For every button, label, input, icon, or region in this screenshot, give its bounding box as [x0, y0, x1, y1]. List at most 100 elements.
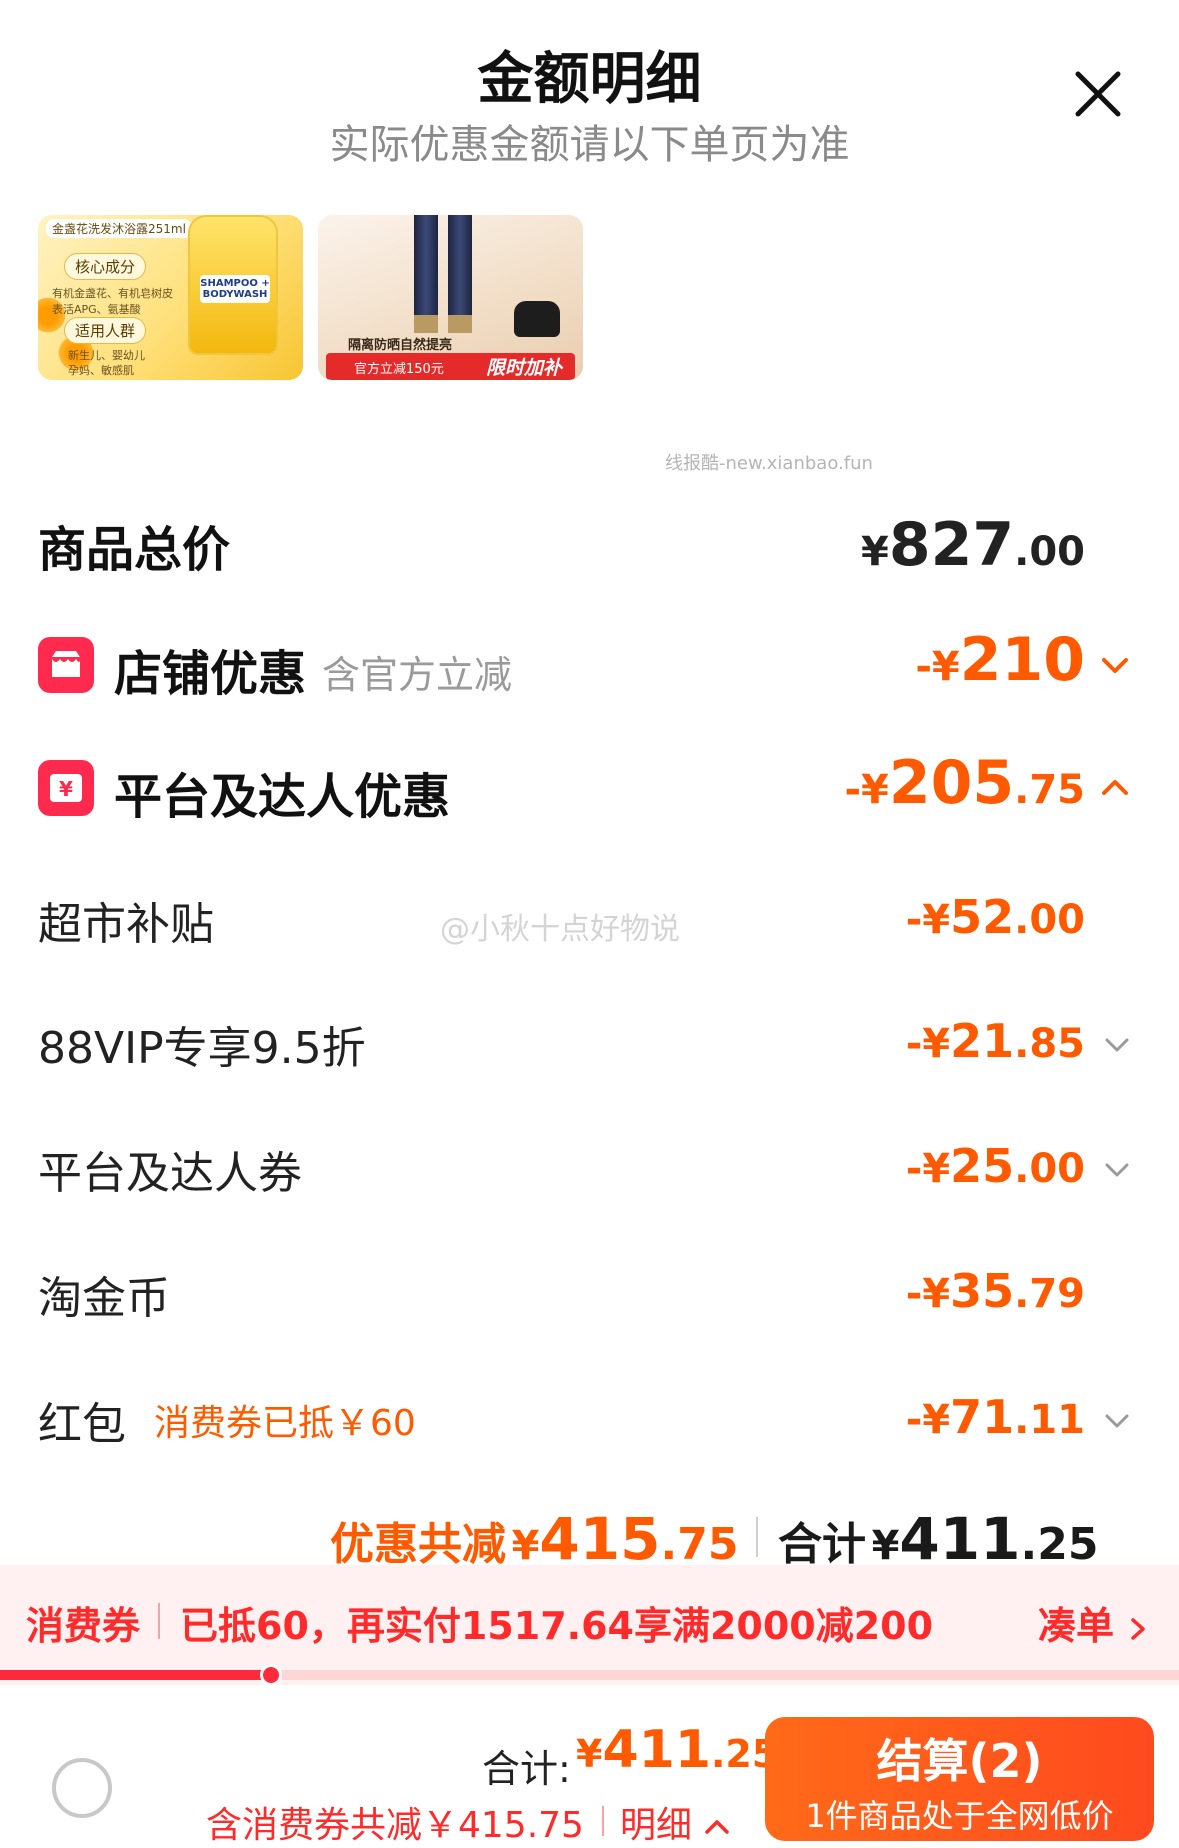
thumbnail-line: 有机金盏花、有机皂树皮	[52, 287, 173, 300]
amount-integer: 25	[950, 1139, 1015, 1193]
total-price-label: 商品总价	[38, 522, 231, 578]
amount-prefix: -¥	[905, 1397, 951, 1443]
amount-integer: 21	[950, 1014, 1015, 1068]
add-items-link[interactable]: 凑单	[1038, 1595, 1149, 1650]
breakdown-amount: -¥35.79	[906, 1264, 1085, 1318]
amount-decimal: .00	[1014, 1146, 1085, 1192]
breakdown-amount[interactable]: -¥21.85	[906, 1014, 1085, 1068]
tube-cap	[448, 315, 472, 333]
thumbnail-banner: 官方立减150元 限时加补	[326, 353, 575, 380]
product-thumbnail-2[interactable]: 隔离防晒自然提亮 官方立减150元 限时加补	[318, 215, 583, 380]
product-thumbnail-1[interactable]: 金盏花洗发沐浴露251ml 核心成分 有机金盏花、有机皂树皮 表活APG、氨基酸…	[38, 215, 303, 380]
store-discount-note: 含官方立减	[322, 653, 513, 697]
amount-integer: 827	[888, 510, 1015, 580]
platform-discount-amount[interactable]: -¥205.75	[844, 748, 1085, 818]
thumbnail-line: 孕妈、敏感肌	[68, 364, 134, 377]
amount-integer: 35	[950, 1264, 1015, 1318]
chevron-down-icon[interactable]	[1100, 650, 1130, 680]
checkout-footer: 合计: ¥411.25 含消费券共减￥415.75 明细 结算(2) 1件商品处…	[0, 1690, 1179, 1848]
store-icon	[38, 637, 94, 693]
amount-prefix: -¥	[915, 644, 960, 690]
amount-decimal: .75	[660, 1519, 739, 1570]
discount-summary: 优惠共减 ¥415.75 合计 ¥411.25	[0, 1505, 1179, 1573]
amount-decimal: .11	[1014, 1397, 1085, 1443]
chevron-up-icon[interactable]	[1100, 772, 1130, 802]
thumbnail-pill: 核心成分	[64, 253, 147, 280]
summary-total: 合计 ¥411.25	[778, 1505, 1098, 1573]
chevron-down-icon[interactable]	[1102, 1155, 1132, 1185]
breakdown-amount[interactable]: -¥71.11	[906, 1390, 1085, 1444]
platform-coupon-icon: ¥	[38, 760, 94, 816]
breakdown-label: 红包	[38, 1399, 126, 1450]
svg-text:¥: ¥	[59, 777, 73, 801]
thumbnail-line: 新生儿、婴幼儿	[68, 349, 145, 362]
summary-total-label: 合计	[778, 1519, 866, 1570]
breakdown-amount: -¥52.00	[906, 890, 1085, 944]
amount-prefix: -¥	[905, 1271, 951, 1317]
chevron-right-icon	[1131, 1617, 1145, 1640]
coupon-bar: 消费券 已抵60，再实付1517.64享满2000减200 凑单	[0, 1565, 1179, 1685]
currency-symbol: ¥	[576, 1732, 603, 1776]
tmall-cat-icon	[514, 301, 560, 337]
coupon-progress-text: 已抵60，再实付1517.64享满2000减200	[180, 1604, 934, 1648]
breakdown-label: 超市补贴	[38, 899, 214, 950]
detail-toggle[interactable]: 明细	[620, 1796, 731, 1848]
page-subtitle: 实际优惠金额请以下单页为准	[329, 122, 850, 168]
amount-prefix: -¥	[905, 897, 951, 943]
thumbnail-line: 表活APG、氨基酸	[52, 303, 141, 316]
chevron-down-icon[interactable]	[1102, 1030, 1132, 1060]
close-button[interactable]	[1068, 64, 1128, 124]
header: 金额明细 实际优惠金额请以下单页为准	[0, 0, 1179, 200]
checkout-label: 结算(2)	[876, 1734, 1043, 1788]
total-discount: 优惠共减 ¥415.75	[330, 1505, 738, 1573]
amount-decimal: .00	[1014, 897, 1085, 943]
store-discount-label: 店铺优惠	[114, 646, 307, 702]
weibo-watermark: @小秋十点好物说	[440, 912, 680, 947]
thumbnail-pill: 适用人群	[64, 317, 147, 344]
total-price-amount: ¥827.00	[861, 510, 1085, 580]
amount-integer: 411	[602, 1720, 711, 1780]
checkout-button[interactable]: 结算(2) 1件商品处于全网低价	[765, 1717, 1154, 1841]
amount-integer: 415	[539, 1505, 661, 1573]
footer-discount-note: 含消费券共减￥415.75	[206, 1805, 584, 1846]
currency-symbol: ¥	[871, 1523, 900, 1569]
add-items-label: 凑单	[1038, 1604, 1115, 1648]
amount-prefix: -¥	[905, 1146, 951, 1192]
breakdown-amount[interactable]: -¥25.00	[906, 1139, 1085, 1193]
amount-decimal: .25	[1020, 1519, 1099, 1570]
amount-decimal: .00	[1014, 529, 1085, 575]
thumbnail-caption: 隔离防晒自然提亮	[348, 338, 453, 353]
footer-total-label: 合计:	[482, 1747, 571, 1791]
amount-decimal: .79	[1014, 1271, 1085, 1317]
banner-right-text: 限时加补	[486, 357, 563, 379]
page-title: 金额明细	[477, 47, 702, 112]
platform-discount-label: 平台及达人优惠	[114, 769, 451, 825]
progress-fill	[0, 1670, 272, 1680]
amount-integer: 205	[888, 748, 1015, 818]
detail-label: 明细	[620, 1805, 693, 1846]
breakdown-label: 淘金币	[38, 1273, 170, 1324]
footer-total-amount: ¥411.25	[576, 1720, 778, 1780]
amount-integer: 411	[899, 1505, 1021, 1573]
breakdown-label: 平台及达人券	[38, 1148, 302, 1199]
site-watermark: 线报酷-new.xianbao.fun	[665, 453, 873, 474]
currency-symbol: ¥	[511, 1523, 540, 1569]
currency-symbol: ¥	[861, 529, 889, 575]
amount-decimal: .85	[1014, 1021, 1085, 1067]
checkout-subtitle: 1件商品处于全网低价	[805, 1797, 1114, 1835]
select-all-checkbox[interactable]	[52, 1758, 112, 1818]
close-icon	[1075, 71, 1121, 117]
footer-divider	[602, 1806, 604, 1836]
chevron-up-icon	[705, 1820, 730, 1834]
chevron-down-icon[interactable]	[1102, 1406, 1132, 1436]
progress-knob	[260, 1664, 283, 1686]
banner-left-text: 官方立减150元	[354, 362, 444, 377]
amount-integer: 210	[959, 625, 1085, 695]
amount-prefix: -¥	[844, 767, 889, 813]
amount-prefix: -¥	[905, 1021, 951, 1067]
store-discount-amount[interactable]: -¥210	[915, 625, 1085, 695]
coupon-progress-bar	[0, 1664, 1179, 1686]
coupon-divider	[158, 1603, 160, 1639]
thumbnail-label: 金盏花洗发沐浴露251ml	[46, 219, 192, 238]
total-discount-label: 优惠共减	[330, 1519, 506, 1570]
